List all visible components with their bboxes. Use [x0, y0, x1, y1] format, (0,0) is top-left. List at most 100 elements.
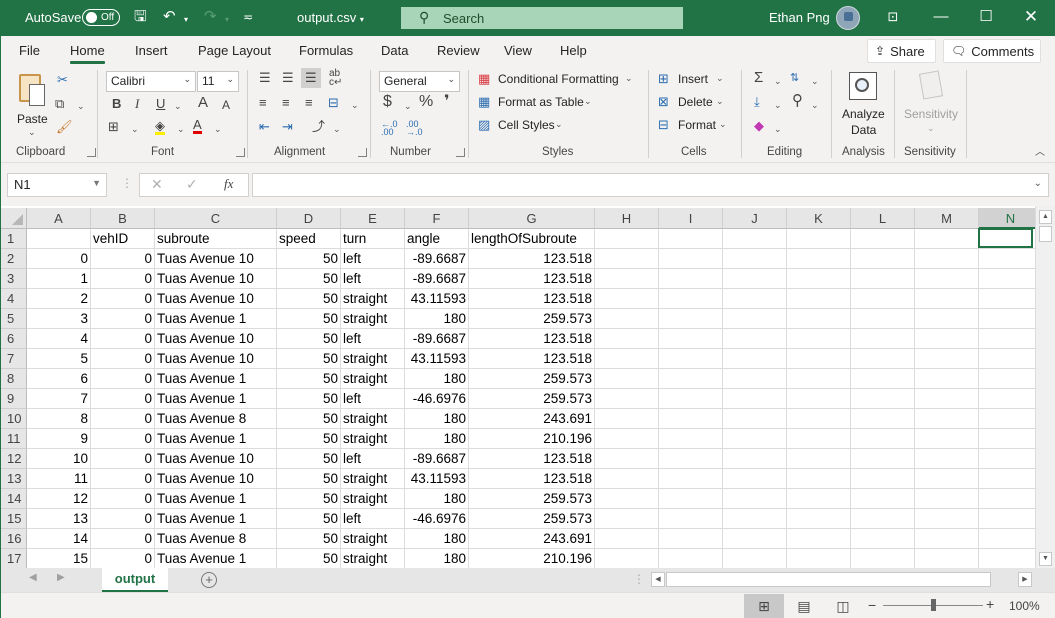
font-color-dropdown-icon[interactable]: ⌄	[214, 121, 222, 137]
zoom-out-icon[interactable]: −	[868, 597, 876, 613]
cell-e12[interactable]: left	[341, 449, 405, 469]
search-box[interactable]: ⚲ Search	[401, 7, 683, 29]
comments-button[interactable]: 🗨 Comments	[943, 39, 1041, 63]
cell-l1[interactable]	[851, 229, 915, 249]
column-header-d[interactable]: D	[277, 208, 341, 229]
cell-d15[interactable]: 50	[277, 509, 341, 529]
cell-n4[interactable]	[979, 289, 1035, 309]
customize-toolbar-icon[interactable]: ≂	[243, 8, 253, 26]
sort-filter-dropdown-icon[interactable]: ⌄	[811, 73, 819, 89]
cell-b12[interactable]: 0	[91, 449, 155, 469]
cell-l11[interactable]	[851, 429, 915, 449]
font-launcher-icon[interactable]	[236, 148, 245, 157]
cell-m10[interactable]	[915, 409, 979, 429]
expand-formula-bar-icon[interactable]: ⌄	[1034, 178, 1042, 189]
cell-e7[interactable]: straight	[341, 349, 405, 369]
cell-d4[interactable]: 50	[277, 289, 341, 309]
fill-color-dropdown-icon[interactable]: ⌄	[177, 121, 185, 137]
cell-a9[interactable]: 7	[27, 389, 91, 409]
cell-i1[interactable]	[659, 229, 723, 249]
vertical-scrollbar[interactable]: ▲ ▼	[1035, 206, 1055, 568]
cell-e9[interactable]: left	[341, 389, 405, 409]
cell-a15[interactable]: 13	[27, 509, 91, 529]
cell-f6[interactable]: -89.6687	[405, 329, 469, 349]
cell-g9[interactable]: 259.573	[469, 389, 595, 409]
cell-l5[interactable]	[851, 309, 915, 329]
column-header-k[interactable]: K	[787, 208, 851, 229]
cell-b4[interactable]: 0	[91, 289, 155, 309]
cell-j11[interactable]	[723, 429, 787, 449]
cell-d5[interactable]: 50	[277, 309, 341, 329]
column-header-l[interactable]: L	[851, 208, 915, 229]
cell-i15[interactable]	[659, 509, 723, 529]
cell-j2[interactable]	[723, 249, 787, 269]
cell-n2[interactable]	[979, 249, 1035, 269]
merge-center-icon[interactable]: ⊟	[328, 95, 339, 111]
cell-b2[interactable]: 0	[91, 249, 155, 269]
cell-e13[interactable]: straight	[341, 469, 405, 489]
cell-j17[interactable]	[723, 549, 787, 568]
row-header[interactable]: 13	[1, 469, 27, 489]
cell-c6[interactable]: Tuas Avenue 10	[155, 329, 277, 349]
maximize-icon[interactable]: ☐	[974, 6, 998, 28]
cell-h9[interactable]	[595, 389, 659, 409]
align-right-icon[interactable]: ≡	[305, 95, 313, 111]
horizontal-scrollbar[interactable]: ◀ ▶	[651, 572, 1034, 587]
cell-j14[interactable]	[723, 489, 787, 509]
column-header-h[interactable]: H	[595, 208, 659, 229]
cell-i11[interactable]	[659, 429, 723, 449]
italic-button[interactable]: I	[135, 96, 139, 112]
cell-i17[interactable]	[659, 549, 723, 568]
cell-c3[interactable]: Tuas Avenue 10	[155, 269, 277, 289]
cell-b8[interactable]: 0	[91, 369, 155, 389]
row-header[interactable]: 16	[1, 529, 27, 549]
row-header[interactable]: 3	[1, 269, 27, 289]
cell-m11[interactable]	[915, 429, 979, 449]
formula-bar-grip-icon[interactable]: ⋮	[121, 176, 133, 190]
cell-m2[interactable]	[915, 249, 979, 269]
tab-formulas[interactable]: Formulas	[299, 43, 353, 58]
cell-c15[interactable]: Tuas Avenue 1	[155, 509, 277, 529]
cell-i14[interactable]	[659, 489, 723, 509]
cell-j1[interactable]	[723, 229, 787, 249]
cell-j6[interactable]	[723, 329, 787, 349]
cell-g2[interactable]: 123.518	[469, 249, 595, 269]
align-center-icon[interactable]: ≡	[282, 95, 290, 111]
column-header-f[interactable]: F	[405, 208, 469, 229]
cell-k17[interactable]	[787, 549, 851, 568]
cell-g13[interactable]: 123.518	[469, 469, 595, 489]
cell-i5[interactable]	[659, 309, 723, 329]
cell-m12[interactable]	[915, 449, 979, 469]
font-name-select[interactable]: Calibri ⌄	[106, 71, 196, 92]
column-header-n[interactable]: N	[979, 208, 1035, 229]
cell-d7[interactable]: 50	[277, 349, 341, 369]
cell-i6[interactable]	[659, 329, 723, 349]
clipboard-launcher-icon[interactable]	[87, 148, 96, 157]
cell-d14[interactable]: 50	[277, 489, 341, 509]
cell-e8[interactable]: straight	[341, 369, 405, 389]
currency-button[interactable]: $	[383, 94, 392, 110]
column-header-b[interactable]: B	[91, 208, 155, 229]
font-color-button[interactable]: A	[193, 118, 202, 134]
tab-insert[interactable]: Insert	[135, 43, 168, 58]
align-bottom-icon[interactable]: ☰	[301, 68, 321, 88]
row-header[interactable]: 8	[1, 369, 27, 389]
cell-k6[interactable]	[787, 329, 851, 349]
tab-view[interactable]: View	[504, 43, 532, 58]
name-box[interactable]: N1 ▼	[7, 173, 107, 197]
row-header[interactable]: 10	[1, 409, 27, 429]
cell-g7[interactable]: 123.518	[469, 349, 595, 369]
cell-h3[interactable]	[595, 269, 659, 289]
cell-f4[interactable]: 43.11593	[405, 289, 469, 309]
cell-b16[interactable]: 0	[91, 529, 155, 549]
cell-m5[interactable]	[915, 309, 979, 329]
row-header[interactable]: 5	[1, 309, 27, 329]
column-header-g[interactable]: G	[469, 208, 595, 229]
cell-a16[interactable]: 14	[27, 529, 91, 549]
cell-j9[interactable]	[723, 389, 787, 409]
cell-a3[interactable]: 1	[27, 269, 91, 289]
cell-j3[interactable]	[723, 269, 787, 289]
cell-a5[interactable]: 3	[27, 309, 91, 329]
prev-sheet-icon[interactable]: ◀	[29, 572, 37, 583]
cell-j13[interactable]	[723, 469, 787, 489]
